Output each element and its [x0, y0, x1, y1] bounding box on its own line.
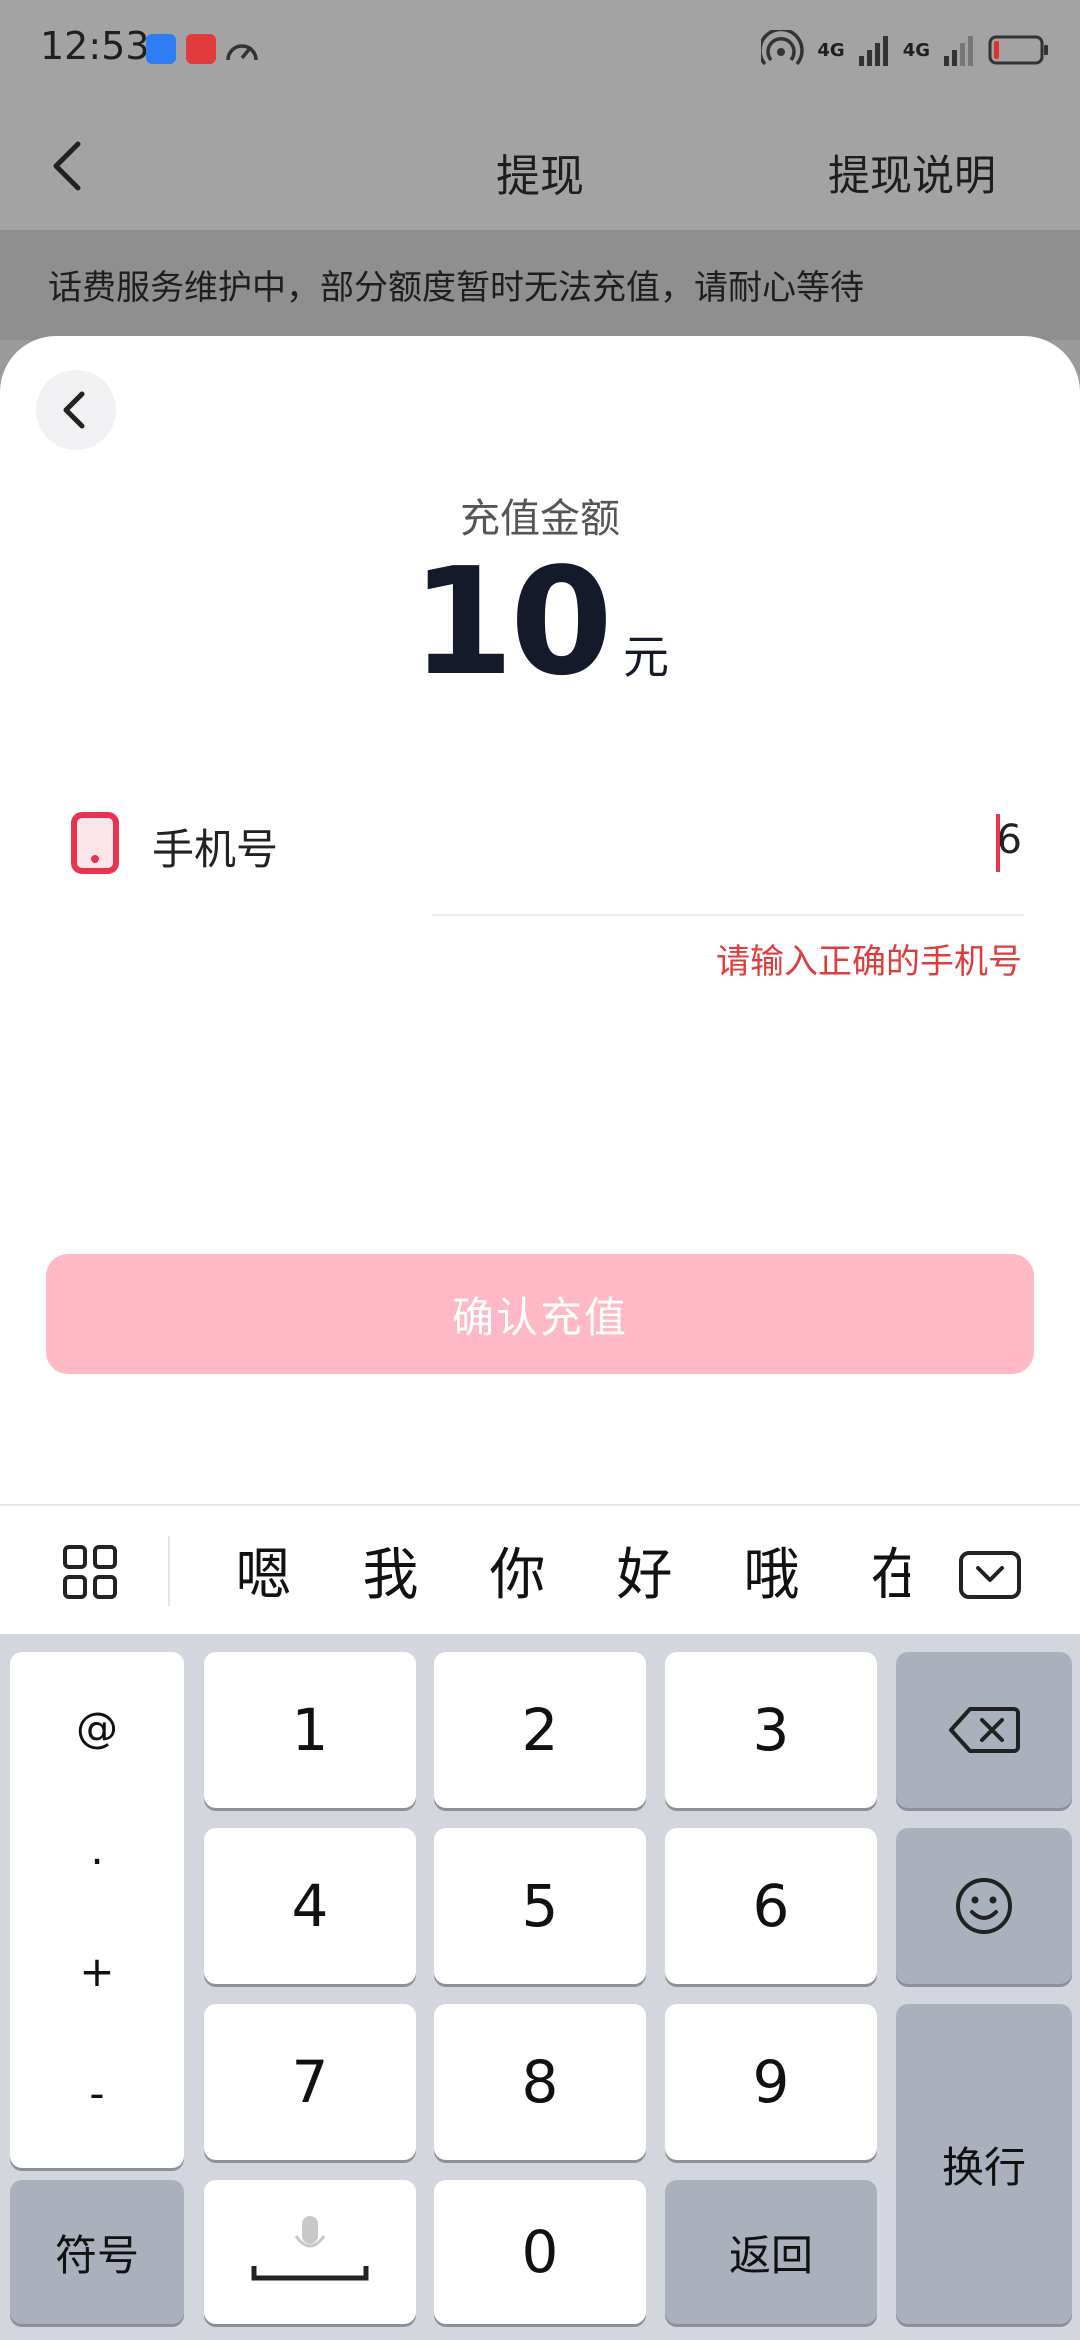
- key-2[interactable]: 2: [434, 1652, 646, 1808]
- mobile-phone-icon: [71, 812, 119, 874]
- input-underline: [432, 914, 1024, 916]
- numeric-keyboard: @ . + - 1 2 3 4 5 6 7 8 9 换行 符号 0 返回: [0, 1634, 1080, 2340]
- ime-candidate-bar: 嗯我你好哦在: [0, 1504, 1080, 1636]
- emoji-smiley-icon: [956, 1878, 1012, 1934]
- status-time: 12:53: [40, 24, 150, 68]
- page-header: 提现 提现说明: [0, 100, 1080, 230]
- candidate-word[interactable]: 哦: [708, 1536, 835, 1616]
- text-caret: [996, 814, 1000, 872]
- symbol-key-plus[interactable]: +: [79, 1947, 114, 1996]
- withdraw-help-link[interactable]: 提现说明: [828, 142, 996, 203]
- return-key[interactable]: 返回: [665, 2180, 877, 2324]
- amount-unit: 元: [622, 630, 669, 684]
- speed-gauge-icon: [226, 44, 258, 61]
- candidate-list: 嗯我你好哦在: [200, 1536, 911, 1616]
- key-6[interactable]: 6: [665, 1828, 877, 1984]
- enter-key[interactable]: 换行: [896, 2004, 1072, 2324]
- emoji-button[interactable]: [896, 1828, 1072, 1984]
- key-3[interactable]: 3: [665, 1652, 877, 1808]
- key-5[interactable]: 5: [434, 1828, 646, 1984]
- key-4[interactable]: 4: [204, 1828, 416, 1984]
- key-8[interactable]: 8: [434, 2004, 646, 2160]
- chevron-left-icon: [63, 391, 85, 429]
- symbol-column[interactable]: @ . + -: [10, 1652, 184, 2168]
- symbol-key-dot[interactable]: .: [90, 1825, 103, 1874]
- phone-input[interactable]: [440, 802, 1022, 878]
- hotspot-icon: [761, 30, 805, 66]
- key-0[interactable]: 0: [434, 2180, 646, 2324]
- sheet-back-button[interactable]: [36, 370, 116, 450]
- phone-error-message: 请输入正确的手机号: [716, 942, 1022, 982]
- phone-label: 手机号: [152, 825, 279, 874]
- amount-display: 10 元: [0, 536, 1080, 708]
- symbol-key-at[interactable]: @: [76, 1703, 118, 1752]
- keyboard-collapse-icon[interactable]: [958, 1550, 1022, 1600]
- candidate-divider: [168, 1536, 170, 1606]
- candidate-word[interactable]: 你: [454, 1536, 581, 1616]
- news-app-icon: [186, 34, 216, 64]
- candidate-word[interactable]: 在: [835, 1536, 911, 1616]
- candidate-word[interactable]: 嗯: [200, 1536, 327, 1616]
- network-label-1: 4G: [817, 39, 845, 61]
- signal-icon-1: [858, 36, 888, 66]
- amount-value: 10: [411, 536, 613, 708]
- network-label-2: 4G: [902, 39, 930, 61]
- battery-low-icon: [988, 35, 1048, 65]
- microphone-icon: [251, 2216, 369, 2281]
- signal-icon-2: [944, 36, 973, 66]
- key-1[interactable]: 1: [204, 1652, 416, 1808]
- confirm-recharge-button[interactable]: 确认充值: [46, 1254, 1034, 1374]
- status-indicators: 4G 4G: [761, 26, 1050, 74]
- grid-menu-icon[interactable]: [62, 1544, 118, 1600]
- backspace-icon: [949, 1707, 1020, 1753]
- candidate-word[interactable]: 我: [327, 1536, 454, 1616]
- key-7[interactable]: 7: [204, 2004, 416, 2160]
- shield-app-icon: [146, 34, 176, 64]
- status-bar: 12:53 4G 4G: [0, 0, 1080, 100]
- symbols-toggle-key[interactable]: 符号: [10, 2180, 184, 2324]
- candidate-word[interactable]: 好: [581, 1536, 708, 1616]
- delete-button[interactable]: [896, 1652, 1072, 1808]
- key-9[interactable]: 9: [665, 2004, 877, 2160]
- symbol-key-minus[interactable]: -: [89, 2069, 104, 2118]
- space-voice-key[interactable]: [204, 2180, 416, 2324]
- maintenance-notice: 话费服务维护中，部分额度暂时无法充值，请耐心等待: [0, 230, 1080, 340]
- notice-text: 话费服务维护中，部分额度暂时无法充值，请耐心等待: [48, 268, 864, 308]
